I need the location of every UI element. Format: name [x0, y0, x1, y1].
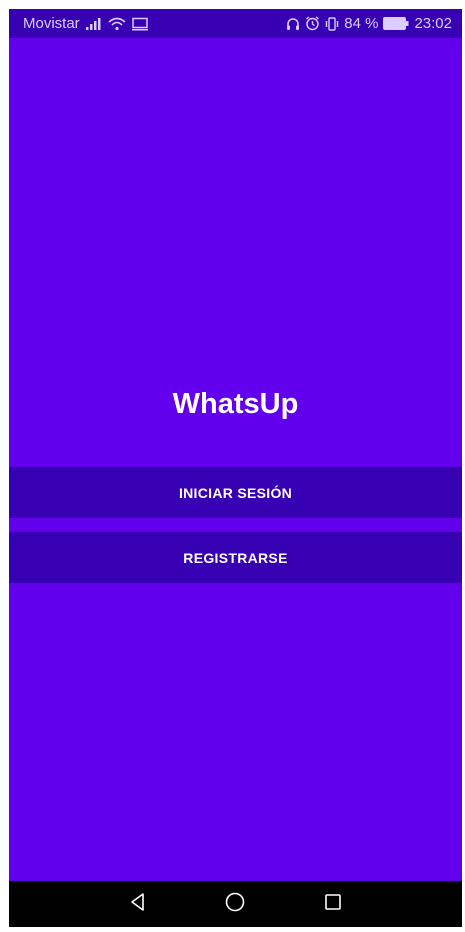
status-bar-left: Movistar: [23, 15, 149, 32]
phone-screen: Movistar 84 % 23:02 WhatsUp INICIAR SESI…: [9, 9, 462, 927]
recents-icon: [323, 892, 343, 917]
home-button[interactable]: [215, 884, 255, 924]
alarm-icon: [305, 16, 320, 31]
recents-button[interactable]: [313, 884, 353, 924]
headphones-icon: [286, 17, 300, 31]
home-icon: [224, 891, 246, 918]
battery-icon: [383, 17, 409, 30]
carrier-name: Movistar: [23, 15, 80, 32]
back-button[interactable]: [118, 884, 158, 924]
status-bar-right: 84 % 23:02: [286, 15, 452, 32]
back-icon: [128, 892, 148, 917]
register-button[interactable]: REGISTRARSE: [9, 532, 462, 583]
app-title: WhatsUp: [172, 388, 299, 420]
clock-time: 23:02: [414, 15, 452, 32]
cast-icon: [131, 17, 149, 31]
status-bar: Movistar 84 % 23:02: [9, 9, 462, 38]
navigation-bar: [9, 881, 462, 927]
battery-percent: 84 %: [344, 15, 379, 32]
vibrate-icon: [325, 16, 339, 31]
login-button[interactable]: INICIAR SESIÓN: [9, 467, 462, 518]
wifi-icon: [108, 17, 126, 31]
signal-icon: [85, 17, 103, 31]
